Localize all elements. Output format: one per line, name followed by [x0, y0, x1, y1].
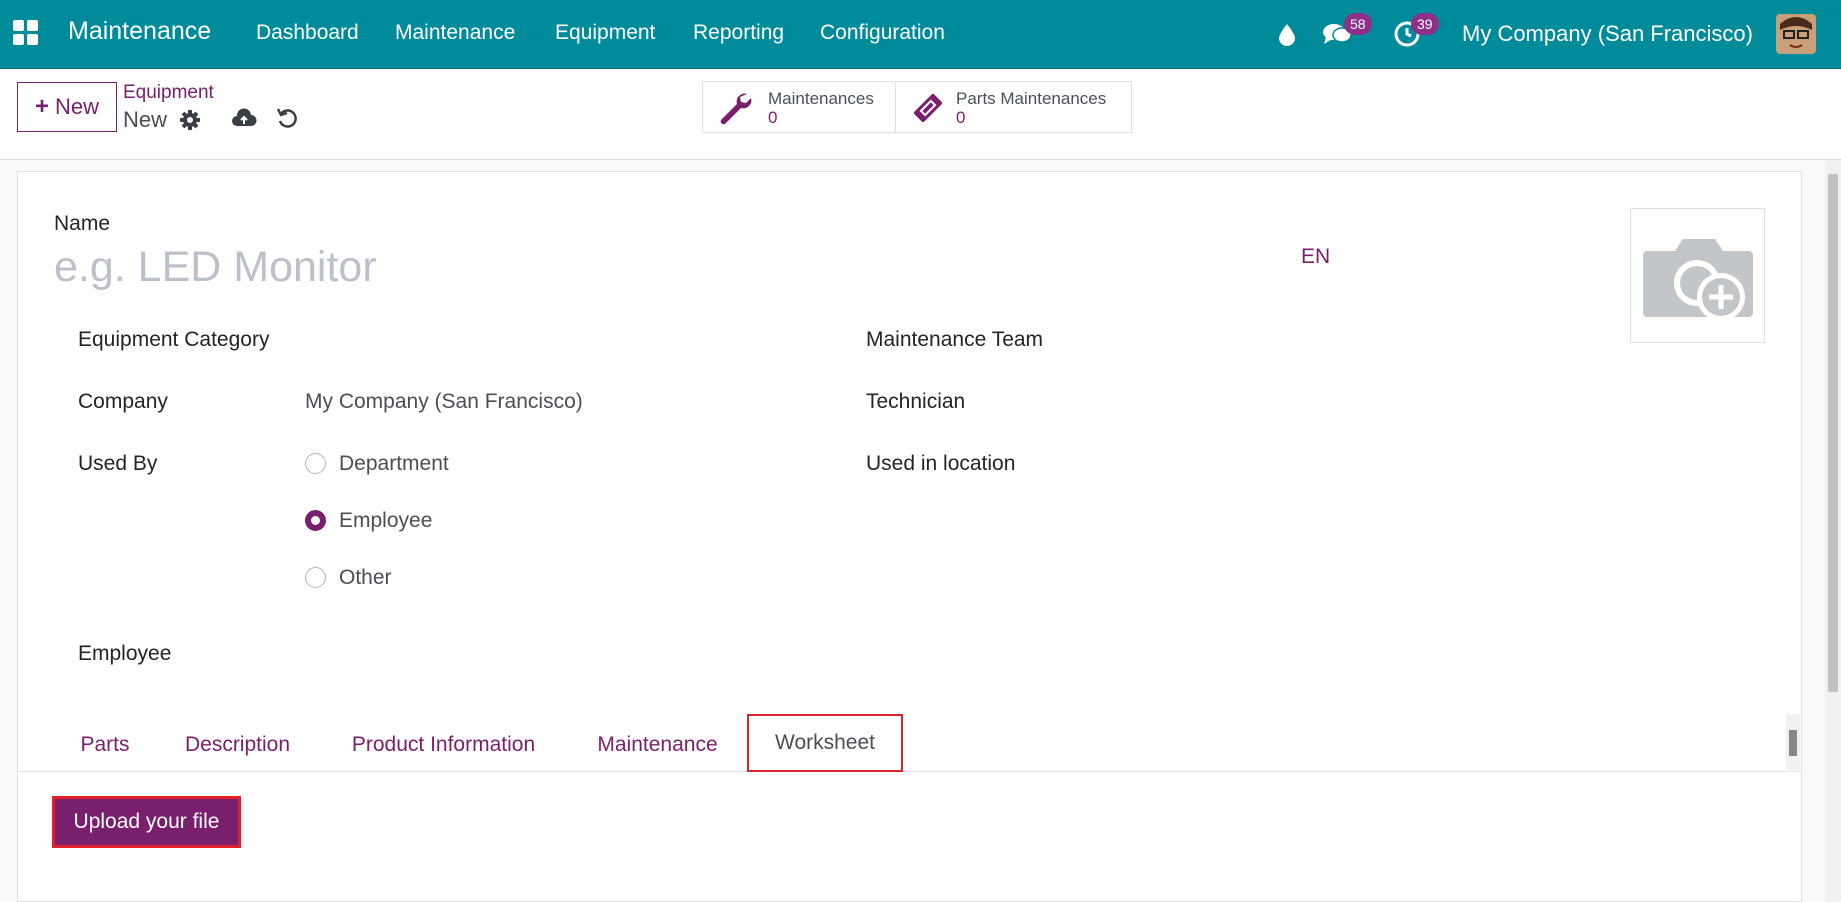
tab-worksheet[interactable]: Worksheet: [747, 714, 903, 772]
drop-icon[interactable]: [1276, 22, 1298, 51]
new-button[interactable]: + New: [17, 82, 117, 132]
radio-department-label[interactable]: Department: [339, 452, 449, 476]
avatar[interactable]: [1776, 14, 1816, 54]
plus-icon: +: [34, 93, 49, 120]
new-button-label: New: [55, 94, 100, 119]
control-panel: + New Equipment New Maintenances 0 Parts…: [0, 69, 1841, 160]
used-by-label: Used By: [78, 452, 158, 475]
messages-badge: 58: [1344, 13, 1372, 35]
menu-dashboard[interactable]: Dashboard: [256, 21, 359, 45]
smart-button-value: 0: [956, 108, 966, 127]
name-label: Name: [54, 212, 111, 235]
tabs-scrollbar[interactable]: [1786, 714, 1800, 770]
tabs-divider: [17, 771, 1802, 772]
tab-product-information[interactable]: Product Information: [329, 720, 558, 770]
tab-maintenance[interactable]: Maintenance: [575, 720, 740, 770]
app-name[interactable]: Maintenance: [68, 17, 211, 46]
upload-file-button[interactable]: Upload your file: [52, 796, 241, 848]
radio-other-label[interactable]: Other: [339, 566, 392, 590]
discard-icon[interactable]: [275, 106, 299, 130]
smart-button-value: 0: [768, 108, 778, 127]
apps-menu-icon[interactable]: [13, 20, 41, 48]
radio-employee[interactable]: [305, 510, 326, 531]
name-input[interactable]: [54, 242, 1254, 292]
smart-button-label: Parts Maintenances: [956, 89, 1107, 108]
tab-description[interactable]: Description: [165, 720, 310, 770]
smart-button-label: Maintenances: [768, 89, 874, 108]
radio-department[interactable]: [305, 453, 326, 474]
tab-parts[interactable]: Parts: [62, 720, 148, 770]
radio-employee-label[interactable]: Employee: [339, 509, 432, 533]
menu-equipment[interactable]: Equipment: [555, 21, 655, 45]
technician-label: Technician: [866, 390, 966, 413]
breadcrumb-parent[interactable]: Equipment: [123, 82, 214, 104]
page-scrollbar[interactable]: [1825, 160, 1841, 902]
breadcrumb-current: New: [123, 107, 168, 132]
maintenance-team-label: Maintenance Team: [866, 328, 1044, 351]
top-navbar: Maintenance Dashboard Maintenance Equipm…: [0, 0, 1841, 69]
gear-icon[interactable]: [178, 108, 202, 132]
parts-maintenances-smart-button[interactable]: Parts Maintenances 0: [895, 81, 1132, 133]
image-upload-placeholder[interactable]: [1630, 208, 1765, 343]
company-switcher[interactable]: My Company (San Francisco): [1462, 21, 1753, 47]
cloud-upload-icon[interactable]: [231, 106, 257, 130]
language-button[interactable]: EN: [1301, 245, 1330, 269]
company-field[interactable]: My Company (San Francisco): [305, 390, 583, 414]
activities-badge: 39: [1411, 13, 1439, 35]
camera-plus-icon: [1643, 239, 1753, 321]
equipment-category-label: Equipment Category: [78, 328, 270, 351]
menu-configuration[interactable]: Configuration: [820, 21, 945, 45]
menu-reporting[interactable]: Reporting: [693, 21, 784, 45]
used-in-location-label: Used in location: [866, 452, 1016, 475]
ticket-icon: [910, 90, 946, 126]
wrench-icon: [717, 90, 753, 126]
maintenances-smart-button[interactable]: Maintenances 0: [702, 81, 896, 133]
radio-other[interactable]: [305, 567, 326, 588]
employee-label: Employee: [78, 642, 172, 665]
menu-maintenance[interactable]: Maintenance: [395, 21, 515, 45]
company-label: Company: [78, 390, 168, 413]
